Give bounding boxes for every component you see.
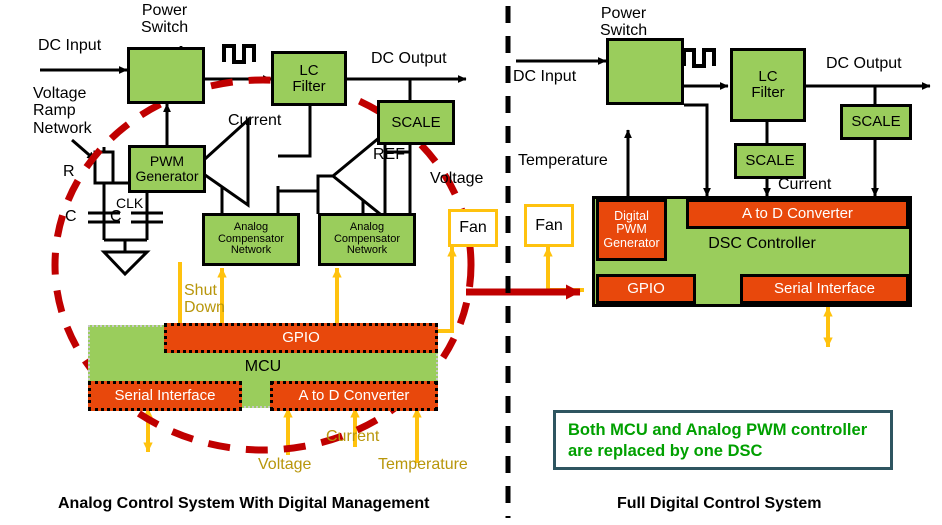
block-power-switch-right[interactable] (606, 38, 684, 105)
block-label: SCALE (391, 113, 441, 131)
block-label: SCALE (851, 113, 901, 131)
label-power-switch-right: Power Switch (600, 5, 648, 40)
block-label: Digital PWM Generator (603, 209, 660, 250)
block-label: PWM Generator (135, 153, 199, 184)
block-adc-left[interactable]: A to D Converter (270, 381, 438, 411)
block-label: Analog Compensator Network (217, 221, 285, 257)
label-cap-right: C (110, 208, 122, 225)
label-temperature-right: Temperature (518, 152, 608, 169)
block-gpio-right[interactable]: GPIO (596, 274, 696, 304)
label-resistor-r: R (63, 163, 75, 180)
block-scale-output-right[interactable]: SCALE (840, 104, 912, 140)
label-current-bottom: Current (326, 428, 380, 445)
block-label: DSC Controller (708, 235, 816, 252)
label-dc-output-right: DC Output (826, 55, 902, 72)
block-analog-compensator-2[interactable]: Analog Compensator Network (318, 213, 416, 266)
label-shut-down: Shut Down (184, 282, 225, 317)
block-serial-interface-left[interactable]: Serial Interface (88, 381, 242, 411)
label-voltage-bottom: Voltage (258, 456, 312, 473)
block-pwm-generator[interactable]: PWM Generator (128, 145, 206, 193)
block-label: MCU (244, 358, 282, 375)
block-label: LC Filter (292, 61, 326, 95)
block-adc-right[interactable]: A to D Converter (686, 199, 909, 229)
block-serial-interface-right[interactable]: Serial Interface (740, 274, 909, 304)
block-label: A to D Converter (742, 205, 853, 223)
block-digital-pwm-generator[interactable]: Digital PWM Generator (596, 199, 667, 261)
left-panel-title: Analog Control System With Digital Manag… (58, 495, 430, 512)
block-scale-left[interactable]: SCALE (377, 100, 455, 145)
block-label: SCALE (745, 152, 795, 170)
block-label: Analog Compensator Network (333, 221, 401, 257)
label-dc-input-left: DC Input (38, 37, 102, 54)
block-label: Fan (535, 216, 563, 234)
diagram-canvas: LC Filter SCALE PWM Generator Analog Com… (0, 0, 942, 525)
block-power-switch-left[interactable] (127, 47, 205, 104)
callout-note: Both MCU and Analog PWM controller are r… (553, 410, 893, 470)
block-fan-right[interactable]: Fan (524, 204, 574, 247)
label-current-left: Current (228, 112, 282, 129)
label-voltage-ramp-network: Voltage Ramp Network (33, 85, 92, 137)
block-scale-current-right[interactable]: SCALE (734, 143, 806, 179)
label-dc-input-right: DC Input (513, 68, 577, 85)
block-analog-compensator-1[interactable]: Analog Compensator Network (202, 213, 300, 266)
block-fan-left[interactable]: Fan (448, 209, 498, 247)
block-label: Serial Interface (114, 387, 216, 405)
label-dc-output-left: DC Output (371, 50, 447, 67)
block-label: Serial Interface (774, 280, 875, 298)
block-label: Fan (459, 219, 487, 236)
label-ref: REF (373, 146, 405, 163)
block-label: A to D Converter (298, 387, 410, 405)
right-panel-title: Full Digital Control System (617, 495, 822, 512)
block-lc-filter-left[interactable]: LC Filter (271, 51, 347, 106)
block-gpio-left[interactable]: GPIO (164, 323, 438, 353)
block-label: GPIO (282, 329, 320, 347)
label-cap-left: C (65, 208, 77, 225)
label-voltage-left: Voltage (430, 170, 484, 187)
block-lc-filter-right[interactable]: LC Filter (730, 48, 806, 122)
block-label: GPIO (627, 280, 665, 298)
label-current-right: Current (778, 176, 832, 193)
block-label: LC Filter (751, 68, 785, 101)
label-temperature-bottom: Temperature (378, 456, 468, 473)
label-power-switch-left: Power Switch (141, 2, 189, 37)
